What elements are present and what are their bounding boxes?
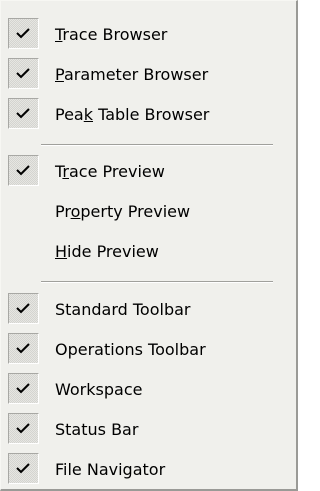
menu-item-label: Trace Browser	[55, 25, 168, 44]
menu-item-label: Hide Preview	[55, 242, 159, 261]
checkmark-icon	[8, 98, 39, 129]
menu-item-label: File Navigator	[55, 460, 166, 479]
menu-item-label: Standard Toolbar	[55, 300, 191, 319]
menu-item-label: Workspace	[55, 380, 143, 399]
menu-item-status-bar[interactable]: Status Bar	[5, 411, 293, 448]
menu-item-hide-preview[interactable]: Hide Preview	[5, 233, 293, 270]
menu-separator	[41, 144, 273, 146]
menu-item-standard-toolbar[interactable]: Standard Toolbar	[5, 291, 293, 328]
checkmark-icon	[8, 58, 39, 89]
menu-item-label: Trace Preview	[55, 162, 165, 181]
menu-item-label: Operations Toolbar	[55, 340, 206, 359]
menu-item-label: Peak Table Browser	[55, 105, 210, 124]
menu-item-label: Status Bar	[55, 420, 139, 439]
checkmark-icon	[8, 373, 39, 404]
checkmark-icon	[8, 293, 39, 324]
menu-item-label: Property Preview	[55, 202, 191, 221]
menu-item-label: Parameter Browser	[55, 65, 209, 84]
menu-item-parameter-browser[interactable]: Parameter Browser	[5, 56, 293, 93]
context-menu: Trace Browser Parameter Browser Peak Tab…	[0, 0, 298, 491]
menu-item-trace-preview[interactable]: Trace Preview	[5, 153, 293, 190]
checkmark-icon	[8, 413, 39, 444]
menu-item-operations-toolbar[interactable]: Operations Toolbar	[5, 331, 293, 368]
checkmark-icon	[8, 333, 39, 364]
menu-item-file-navigator[interactable]: File Navigator	[5, 451, 293, 488]
checkmark-icon	[8, 453, 39, 484]
menu-item-property-preview[interactable]: Property Preview	[5, 193, 293, 230]
menu-item-trace-browser[interactable]: Trace Browser	[5, 16, 293, 53]
menu-item-peak-table-browser[interactable]: Peak Table Browser	[5, 96, 293, 133]
checkmark-icon	[8, 155, 39, 186]
menu-item-workspace[interactable]: Workspace	[5, 371, 293, 408]
menu-separator	[41, 281, 273, 283]
checkmark-icon	[8, 18, 39, 49]
